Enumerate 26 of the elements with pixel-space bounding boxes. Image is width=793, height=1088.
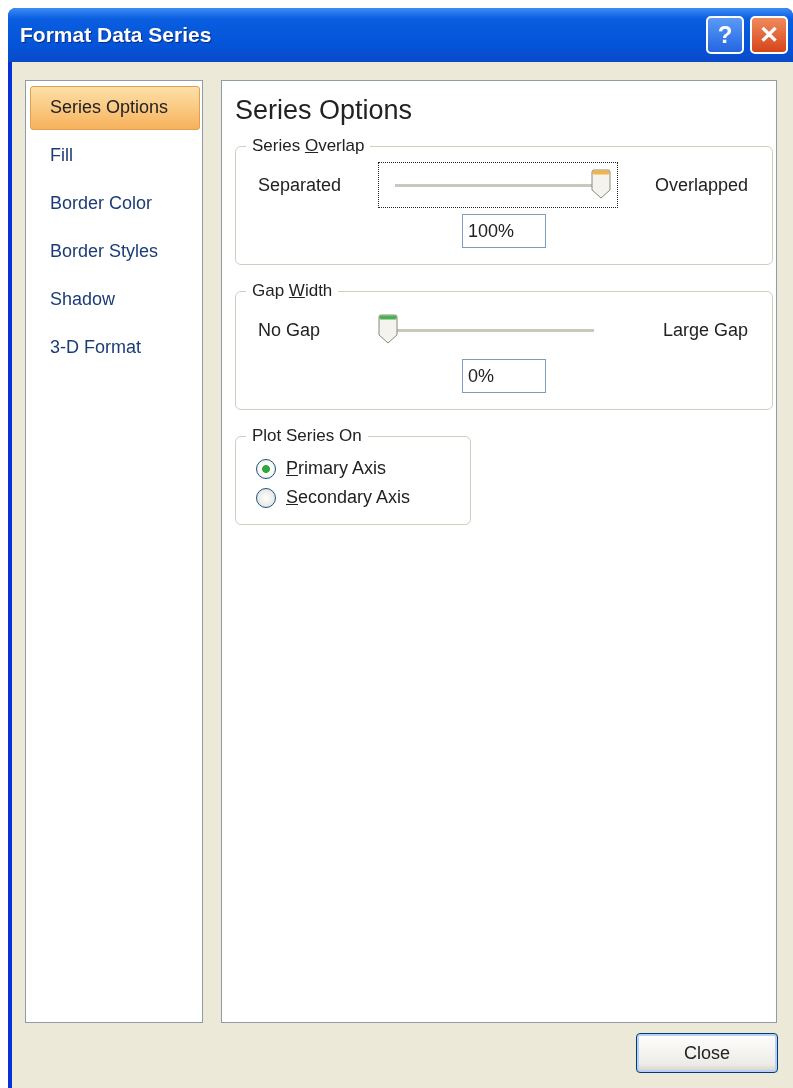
- sidebar-item[interactable]: Shadow: [30, 278, 200, 326]
- sidebar-item[interactable]: Border Color: [30, 182, 200, 230]
- radio-label[interactable]: Secondary Axis: [286, 487, 411, 508]
- group-label: Series Overlap: [251, 136, 366, 156]
- help-button[interactable]: ?: [706, 16, 744, 54]
- slider-label: Separated: [258, 174, 342, 196]
- slider-label: Large Gap: [662, 319, 748, 341]
- slider-thumb[interactable]: [378, 314, 399, 344]
- radio-label[interactable]: Primary Axis: [286, 458, 387, 479]
- slider-label: Overlapped: [654, 174, 748, 196]
- radio-button[interactable]: [256, 487, 276, 508]
- slider-thumb[interactable]: [591, 169, 611, 199]
- slider[interactable]: [378, 162, 618, 208]
- sidebar-item[interactable]: 3-D Format: [30, 326, 200, 374]
- group-label: Gap Width: [251, 281, 334, 301]
- value-field[interactable]: 100%: [462, 214, 546, 248]
- panel-heading: Series Options: [235, 95, 414, 126]
- window-title: Format Data Series: [20, 23, 212, 47]
- sidebar-item[interactable]: Fill: [30, 134, 200, 182]
- value-field[interactable]: 0%: [462, 359, 546, 393]
- radio-button[interactable]: [256, 458, 276, 479]
- sidebar-item[interactable]: Border Styles: [30, 230, 200, 278]
- sidebar-item[interactable]: Series Options: [30, 86, 200, 130]
- slider-label: No Gap: [258, 319, 321, 341]
- close-dialog-button[interactable]: Close: [636, 1033, 778, 1073]
- group-label: Plot Series On: [251, 426, 363, 446]
